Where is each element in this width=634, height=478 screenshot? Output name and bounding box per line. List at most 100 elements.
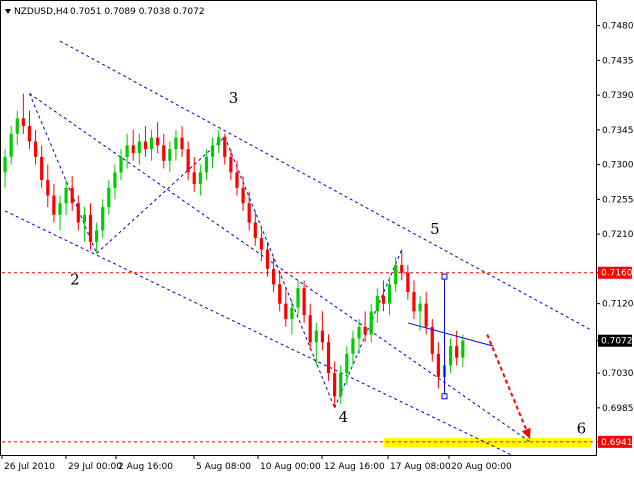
candle-body-57 [351, 338, 355, 354]
candle-body-64 [394, 265, 398, 285]
candle-body-37 [229, 156, 233, 173]
candle-body-1 [9, 133, 13, 157]
candle-body-41 [253, 222, 257, 238]
candle-body-19 [119, 156, 123, 173]
candle-body-28 [174, 137, 178, 150]
candle-body-22 [137, 141, 141, 154]
price-tag-label-2: 0.6941 [601, 438, 633, 448]
candle-body-11 [70, 187, 74, 204]
candle-body-0 [3, 156, 7, 173]
candle-body-59 [363, 326, 367, 335]
time-tick-label-7: 20 Aug 00:00 [451, 462, 512, 472]
candle-body-17 [107, 187, 111, 208]
candle-body-75 [461, 340, 465, 358]
header-ohlc: 0.7051 0.7089 0.7038 0.7072 [70, 7, 205, 17]
candle-body-54 [333, 373, 337, 397]
candle-body-60 [369, 311, 373, 335]
candle-body-65 [400, 265, 404, 273]
candle-body-66 [406, 272, 410, 293]
time-tick-label-0: 26 Jul 2010 [4, 462, 55, 472]
price-tick-label-10: 0.7030 [602, 369, 634, 379]
price-tick-label-0: 0.7480 [602, 22, 634, 32]
time-tick-label-5: 12 Aug 16:00 [324, 462, 385, 472]
candle-body-30 [186, 149, 190, 173]
candle-body-68 [418, 303, 422, 312]
candle-body-20 [125, 145, 129, 157]
candle-body-58 [357, 326, 361, 339]
wave-label-6: 6 [577, 419, 587, 437]
candle-body-3 [21, 118, 25, 127]
candle-body-29 [180, 137, 184, 150]
candle-body-71 [436, 353, 440, 378]
candle-body-40 [247, 203, 251, 223]
price-tag-label-0: 0.7160 [601, 269, 633, 279]
candle-body-34 [210, 145, 215, 157]
candle-body-2 [15, 118, 19, 134]
time-tick-label-2: 2 Aug 16:00 [118, 462, 173, 472]
candle-body-33 [204, 156, 209, 173]
price-tick-label-3: 0.7345 [602, 126, 634, 136]
candle-body-61 [375, 295, 379, 312]
candle-body-43 [265, 249, 270, 269]
candle-body-55 [339, 373, 343, 397]
marker-handle-1 [441, 393, 448, 400]
candle-body-52 [320, 330, 325, 343]
time-tick-label-3: 5 Aug 08:00 [196, 462, 251, 472]
candle-body-31 [192, 172, 196, 184]
candle-body-48 [296, 288, 300, 308]
price-tick-label-1: 0.7435 [602, 56, 634, 66]
price-tick-label-2: 0.7390 [602, 91, 634, 101]
candle-body-25 [156, 137, 160, 146]
candle-body-9 [58, 203, 62, 215]
price-tag-label-1: 0.7072 [601, 337, 633, 347]
candle-body-46 [284, 303, 288, 320]
candle-body-18 [113, 172, 117, 188]
candle-body-5 [33, 141, 38, 157]
candle-body-24 [149, 137, 154, 150]
candle-body-63 [387, 284, 392, 304]
candle-body-35 [217, 136, 221, 146]
wave-label-5: 5 [430, 220, 440, 238]
candle-body-39 [241, 187, 245, 204]
time-tick-label-1: 29 Jul 00:00 [68, 462, 122, 472]
candle-body-8 [52, 195, 56, 215]
candle-body-4 [27, 126, 32, 142]
header-symbol: NZDUSD,H4 [14, 7, 69, 17]
candle-body-62 [381, 295, 386, 304]
candle-body-15 [94, 230, 99, 242]
candle-body-16 [101, 207, 105, 231]
candle-body-13 [82, 214, 86, 223]
candle-body-44 [271, 268, 276, 285]
candle-body-47 [290, 307, 294, 320]
candle-body-73 [448, 346, 453, 366]
wave-label-4: 4 [339, 408, 349, 426]
target-zone-layer [383, 438, 591, 448]
marker-handle-0 [441, 273, 448, 280]
candle-body-45 [278, 284, 282, 304]
candle-body-51 [314, 330, 318, 343]
candle-body-38 [235, 172, 239, 188]
candle-body-69 [424, 303, 428, 327]
price-tick-label-6: 0.7210 [602, 230, 634, 240]
candle-body-50 [308, 315, 312, 343]
chart-canvas: 2 3 4 5 6 0.7480 0.7435 0.7390 0.7345 0.7300 0.72… [0, 0, 634, 474]
candle-body-12 [76, 203, 80, 223]
candle-body-6 [40, 156, 44, 181]
candle-body-36 [223, 136, 227, 157]
candle-body-67 [412, 292, 416, 312]
candle-body-49 [302, 288, 306, 316]
chart-header: NZDUSD,H4 0.7051 0.7089 0.7038 0.7072 [5, 7, 205, 17]
candle-body-10 [64, 187, 68, 204]
candle-body-56 [345, 353, 349, 374]
price-tick-label-8: 0.7120 [602, 300, 634, 310]
candle-body-23 [143, 141, 148, 150]
price-tick-label-5: 0.7255 [602, 195, 634, 205]
price-tick-label-4: 0.7300 [602, 161, 634, 171]
time-tick-label-6: 17 Aug 08:00 [390, 462, 451, 472]
wave-label-2: 2 [70, 270, 80, 288]
candle-body-42 [259, 237, 263, 250]
wave-label-3: 3 [229, 89, 239, 107]
chart: 2 3 4 5 6 0.7480 0.7435 0.7390 0.7345 0.7300 0.72… [0, 0, 634, 474]
candle-body-53 [326, 342, 331, 374]
target-zone [383, 438, 591, 448]
